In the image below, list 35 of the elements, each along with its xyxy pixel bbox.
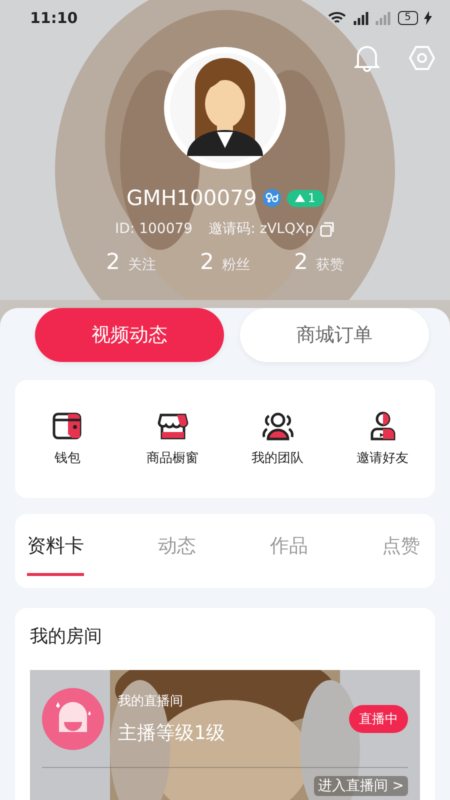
gender-icon [262,189,281,207]
enter-room-link[interactable]: 进入直播间 > [314,776,408,796]
signal-icon [352,11,392,25]
stat-label: 获赞 [316,256,344,274]
stat-label: 粉丝 [222,256,250,274]
user-id: ID: 100079 [115,221,193,237]
segment-tab[interactable]: 视频动态 [35,308,224,362]
shortcut-item[interactable]: 钱包 [15,410,120,468]
section-title: 我的房间 [30,625,103,648]
stat-count: 2 [106,250,120,275]
notification-bell-icon[interactable] [354,44,380,72]
wifi-icon [328,11,346,25]
stat-label: 关注 [128,256,156,274]
host-level: 主播等级1级 [118,720,226,746]
host-avatar-icon [42,688,104,750]
battery-level: 5 [398,11,418,25]
profile-tab[interactable]: 资料卡 [27,533,84,576]
wallet-icon [52,411,84,441]
settings-icon[interactable] [408,44,436,72]
shortcut-item[interactable]: 我的团队 [225,410,330,468]
copy-icon[interactable] [320,222,335,236]
status-time: 11:10 [30,9,78,27]
shortcut-item[interactable]: 商品橱窗 [120,410,225,468]
invite-code: 邀请码: zVLQXp [208,220,314,238]
storefront-icon [156,411,188,441]
shortcut-item[interactable]: 邀请好友 [330,410,435,468]
segment-tab[interactable]: 商城订单 [240,308,429,362]
level-number: 1 [308,191,316,205]
stat-count: 2 [294,250,308,275]
stat-count: 2 [200,250,214,275]
username: GMH100079 [126,186,257,210]
triangle-icon [294,194,305,202]
charging-icon [424,11,432,25]
room-name: 我的直播间 [118,692,184,710]
people-icon [260,411,296,441]
